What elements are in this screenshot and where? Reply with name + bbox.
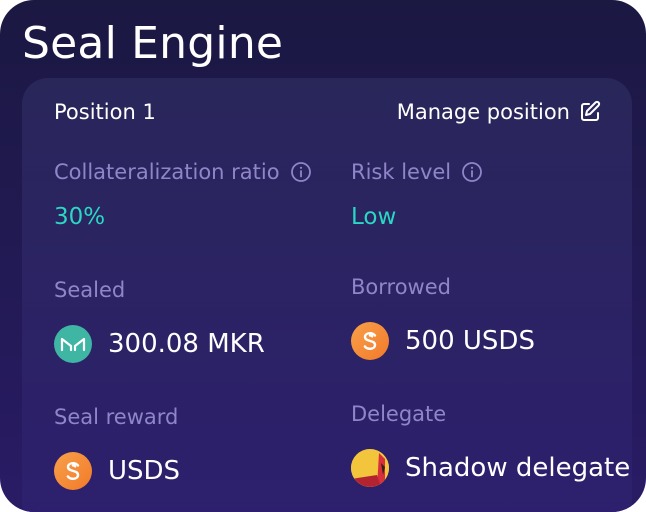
risk-level-text: Risk level	[351, 160, 452, 184]
usds-token-icon	[351, 322, 389, 360]
collateralization-ratio-label: Collateralization ratio	[54, 158, 312, 186]
edit-icon	[578, 100, 602, 124]
page-title: Seal Engine	[22, 18, 284, 69]
risk-level-label: Risk level	[351, 158, 483, 186]
borrowed-amount: 500 USDS	[405, 326, 535, 356]
seal-reward-token: USDS	[108, 456, 181, 486]
delegate-value: Shadow delegate	[351, 449, 630, 487]
sealed-amount: 300.08 MKR	[108, 329, 265, 359]
borrowed-label: Borrowed	[351, 275, 451, 299]
sealed-label: Sealed	[54, 278, 126, 302]
position-card: Position 1 Manage position Collateraliza…	[22, 78, 632, 512]
seal-reward-label: Seal reward	[54, 405, 179, 429]
manage-position-label: Manage position	[396, 100, 570, 124]
delegate-avatar	[351, 449, 389, 487]
info-icon[interactable]	[290, 161, 312, 183]
delegate-label: Delegate	[351, 402, 447, 426]
info-icon[interactable]	[461, 161, 483, 183]
mkr-token-icon	[54, 325, 92, 363]
manage-position-button[interactable]: Manage position	[397, 98, 602, 126]
usds-token-icon	[54, 452, 92, 490]
seal-reward-value: USDS	[54, 452, 180, 490]
seal-engine-widget: Seal Engine Position 1 Manage position C…	[0, 0, 646, 512]
sealed-value: 300.08 MKR	[54, 325, 265, 363]
collateralization-ratio-text: Collateralization ratio	[54, 160, 280, 184]
borrowed-value: 500 USDS	[351, 322, 535, 360]
collateralization-ratio-value: 30%	[54, 204, 106, 230]
delegate-name: Shadow delegate	[405, 453, 631, 483]
position-title: Position 1	[54, 100, 156, 124]
risk-level-value: Low	[351, 204, 397, 230]
